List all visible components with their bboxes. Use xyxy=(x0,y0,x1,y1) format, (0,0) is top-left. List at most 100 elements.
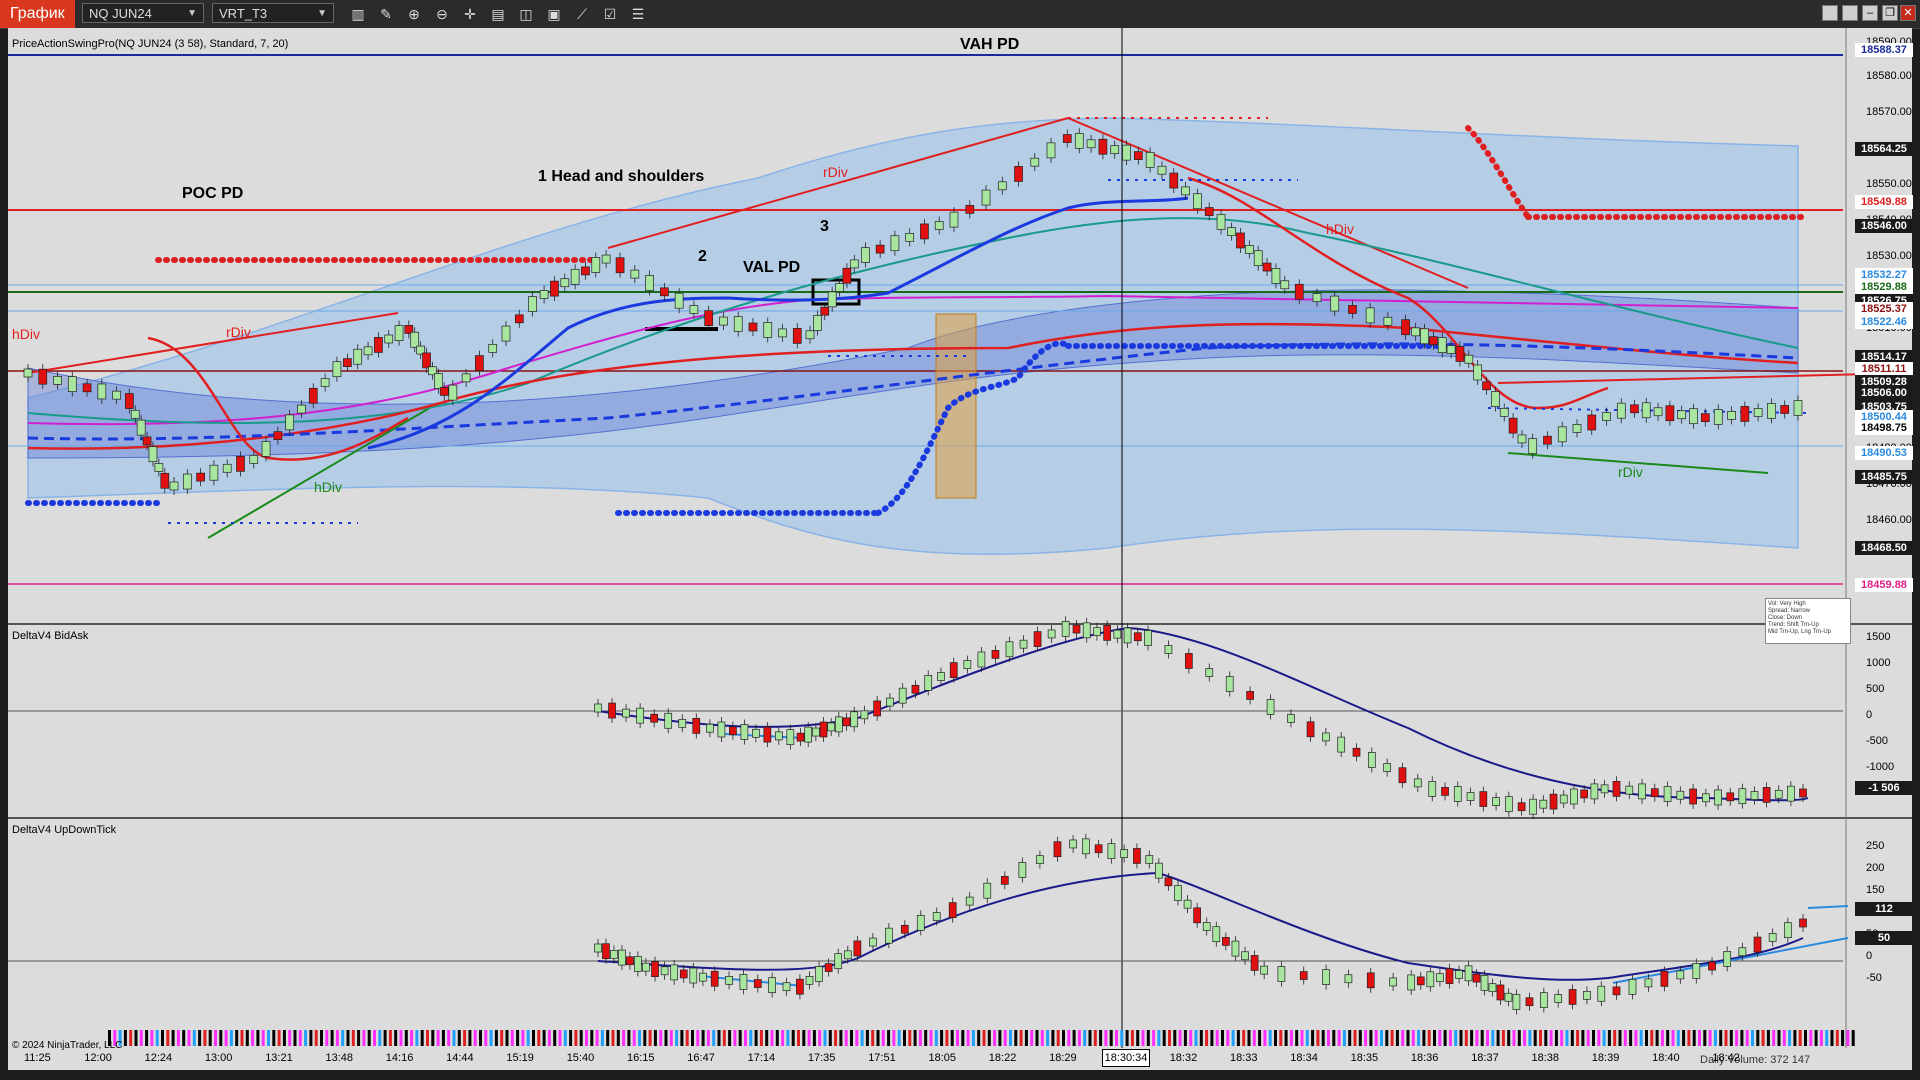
candle xyxy=(704,310,714,326)
candle xyxy=(1559,794,1568,804)
tick-bar xyxy=(198,1030,202,1046)
tick-bar xyxy=(505,1030,509,1046)
chevron-down-icon: ▼ xyxy=(187,8,197,19)
tick-bar xyxy=(484,1030,488,1046)
candle xyxy=(636,707,644,724)
tick-bar xyxy=(1083,1030,1087,1046)
app-menu-button[interactable]: График xyxy=(0,0,75,28)
time-label: 18:42 xyxy=(1712,1052,1740,1064)
candle xyxy=(634,956,642,972)
tick-bar xyxy=(1719,1030,1723,1046)
div-label: rDiv xyxy=(823,164,848,180)
pencil-icon[interactable]: ✎ xyxy=(376,4,396,24)
window-icon[interactable]: ◫ xyxy=(516,4,536,24)
close-button[interactable]: ✕ xyxy=(1900,5,1916,21)
tick-bar xyxy=(1252,1030,1256,1046)
candle xyxy=(948,902,957,918)
tick-bar xyxy=(966,1030,970,1046)
candle xyxy=(651,961,659,978)
time-label: 18:32 xyxy=(1169,1052,1198,1064)
candle xyxy=(1133,848,1141,864)
tick-bar xyxy=(219,1030,223,1046)
tick-bar xyxy=(288,1030,292,1046)
chart-area[interactable]: PriceActionSwingPro(NQ JUN24 (3 58), Sta… xyxy=(8,28,1913,1070)
tick-bar xyxy=(828,1030,832,1046)
tick-bar xyxy=(913,1030,917,1046)
drawing-icon[interactable]: ⟋ xyxy=(572,4,592,24)
candle xyxy=(949,211,959,228)
candle xyxy=(154,463,164,472)
candle xyxy=(550,280,559,297)
tick-bar xyxy=(1104,1030,1108,1046)
tick-bar xyxy=(367,1030,371,1046)
div-label: rDiv xyxy=(226,324,251,340)
zoom-in-icon[interactable]: ⊕ xyxy=(404,4,424,24)
candle xyxy=(991,650,1000,659)
tick-bar xyxy=(558,1030,562,1046)
checklist-icon[interactable]: ☑ xyxy=(600,4,620,24)
candle xyxy=(1348,305,1357,314)
zoom-out-icon[interactable]: ⊖ xyxy=(432,4,452,24)
candle xyxy=(1528,438,1538,454)
clipboard-icon[interactable]: ▤ xyxy=(488,4,508,24)
tick-bar xyxy=(436,1030,440,1046)
candle xyxy=(1216,214,1226,230)
list-icon[interactable]: ☰ xyxy=(628,4,648,24)
tick-bar xyxy=(335,1030,339,1046)
tick-bar xyxy=(844,1030,848,1046)
template-value: VRT_T3 xyxy=(219,6,268,21)
tick-bar xyxy=(1422,1030,1426,1046)
candle xyxy=(1787,785,1795,802)
tick-bar xyxy=(781,1030,785,1046)
candle xyxy=(1098,138,1108,155)
tick-bar xyxy=(1464,1030,1468,1046)
candle xyxy=(1428,781,1437,797)
tick-bar xyxy=(659,1030,663,1046)
instrument-select[interactable]: NQ JUN24 ▼ xyxy=(82,3,204,23)
bar-chart-icon[interactable]: ▥ xyxy=(348,4,368,24)
candle xyxy=(1411,327,1421,337)
tick-bar xyxy=(1327,1030,1330,1046)
candle xyxy=(626,956,634,966)
candle xyxy=(1479,791,1488,807)
candle xyxy=(1653,407,1663,417)
tick-bar xyxy=(1189,1030,1193,1046)
candle xyxy=(835,716,843,733)
candle xyxy=(1157,165,1167,175)
tick-bar xyxy=(1602,1030,1606,1046)
tick-bar xyxy=(802,1030,806,1046)
maximize-button[interactable]: ❐ xyxy=(1882,5,1898,21)
tick-bar xyxy=(1433,1030,1436,1046)
candle xyxy=(1612,986,1621,996)
candle xyxy=(1429,336,1438,346)
candle xyxy=(1018,862,1027,878)
tile-button-2[interactable] xyxy=(1842,5,1858,21)
tick-bar xyxy=(860,1030,864,1046)
candle xyxy=(1738,947,1747,957)
candle xyxy=(1517,802,1526,812)
tick-bar xyxy=(722,1030,726,1046)
val-label: VAL PD xyxy=(743,259,801,276)
candle xyxy=(1543,435,1552,445)
minimize-button[interactable]: – xyxy=(1862,5,1878,21)
time-label: 18:38 xyxy=(1531,1052,1560,1064)
candle xyxy=(1280,280,1290,290)
candle xyxy=(1641,402,1651,419)
tick-bar xyxy=(176,1030,180,1046)
tick-bar xyxy=(192,1030,196,1046)
tile-button[interactable] xyxy=(1822,5,1838,21)
tick-bar xyxy=(1332,1030,1336,1046)
candle xyxy=(1062,134,1072,143)
candle xyxy=(1344,974,1353,984)
tick-bar xyxy=(998,1030,1002,1046)
candle xyxy=(1740,406,1750,422)
candle xyxy=(601,254,611,264)
template-select[interactable]: VRT_T3 ▼ xyxy=(212,3,334,23)
frame-icon[interactable]: ▣ xyxy=(544,4,564,24)
tick-bar xyxy=(1141,1030,1145,1046)
candle xyxy=(1401,319,1410,336)
crosshair-icon[interactable]: ✛ xyxy=(460,4,480,24)
candle xyxy=(488,343,498,353)
tick-bar xyxy=(1660,1030,1664,1046)
tick-bar xyxy=(733,1030,737,1046)
